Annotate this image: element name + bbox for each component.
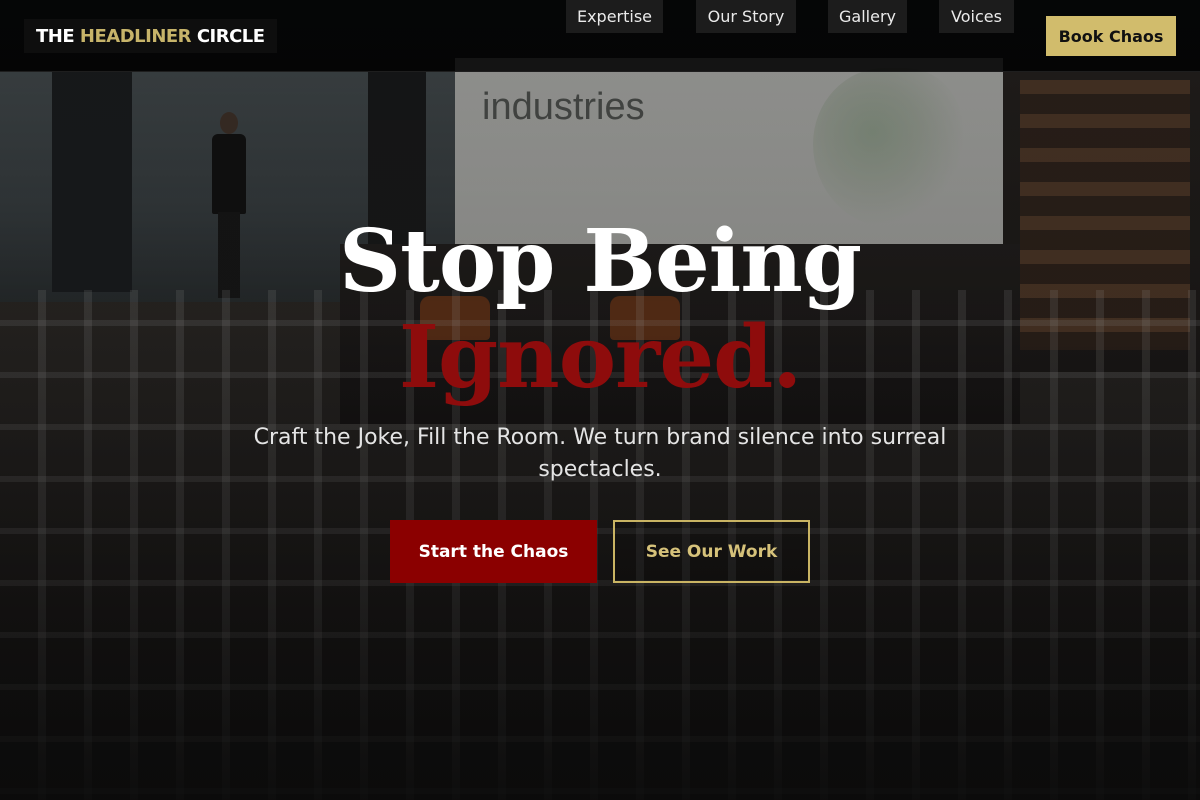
top-navbar: THE HEADLINER CIRCLE Expertise Our Story…	[0, 0, 1200, 72]
nav-link-gallery[interactable]: Gallery	[828, 0, 907, 33]
book-chaos-button[interactable]: Book Chaos	[1046, 16, 1176, 56]
brand-suffix: CIRCLE	[196, 25, 265, 47]
nav-link-our-story[interactable]: Our Story	[696, 0, 796, 33]
see-our-work-button[interactable]: See Our Work	[613, 520, 810, 583]
brand-logo[interactable]: THE HEADLINER CIRCLE	[24, 19, 277, 53]
brand-highlight: HEADLINER	[79, 25, 192, 47]
hero-title-line-1: Stop Being	[339, 211, 862, 312]
hero-title-line-2: Ignored.	[398, 307, 802, 408]
brand-prefix: THE	[36, 25, 75, 47]
hero-title: Stop Being Ignored.	[0, 214, 1200, 406]
nav-link-voices[interactable]: Voices	[939, 0, 1014, 33]
hero-subtitle: Craft the Joke, Fill the Room. We turn b…	[253, 425, 947, 482]
landing-page: industries THE HEADLINER CIRCLE Expertis…	[0, 0, 1200, 800]
nav-link-expertise[interactable]: Expertise	[566, 0, 663, 33]
start-the-chaos-button[interactable]: Start the Chaos	[390, 520, 597, 583]
